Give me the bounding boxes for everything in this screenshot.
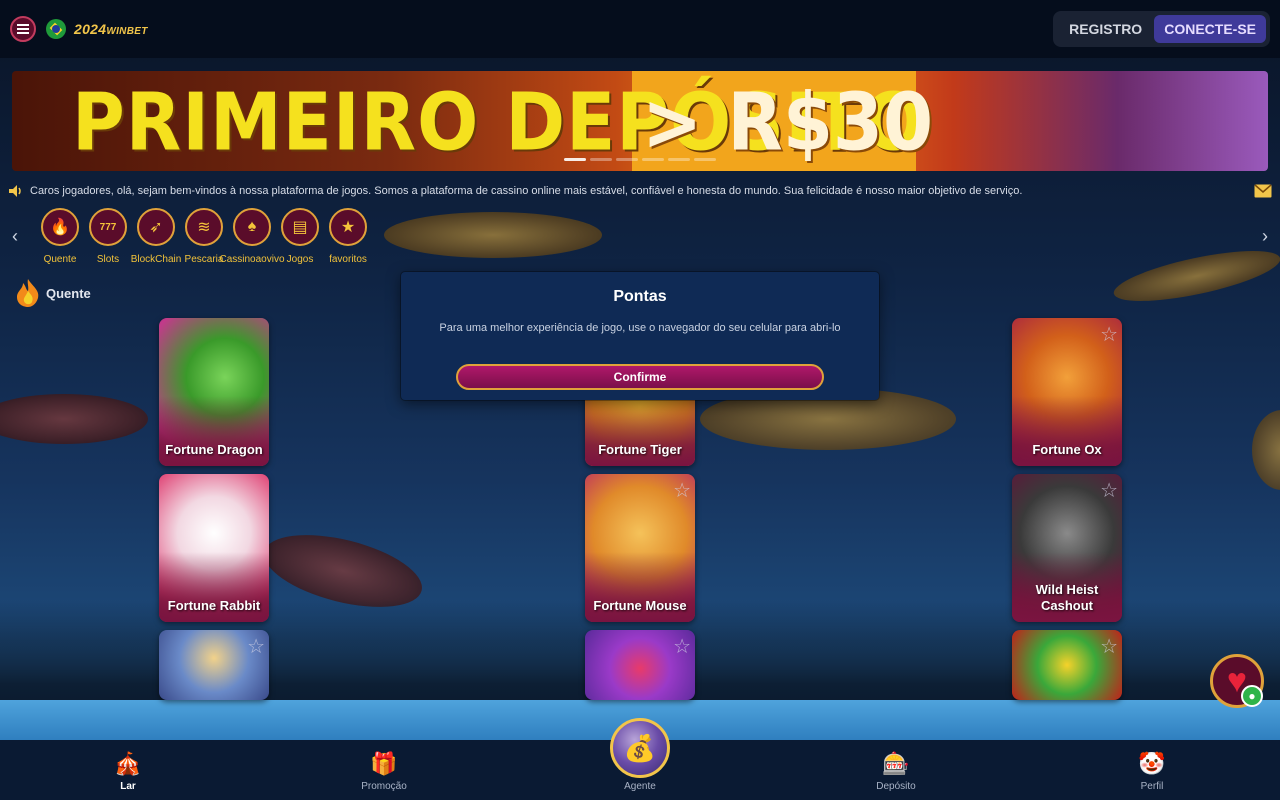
game-tile[interactable]: ☆ xyxy=(1012,630,1122,700)
banner-dot[interactable] xyxy=(694,158,716,161)
favorite-star-icon[interactable]: ☆ xyxy=(1100,478,1118,503)
category-item-slots[interactable]: 777 Slots xyxy=(84,208,132,265)
favorite-star-icon[interactable]: ☆ xyxy=(247,634,265,659)
favorite-star-icon[interactable]: ☆ xyxy=(673,634,691,659)
banner-dot-active[interactable] xyxy=(564,158,586,161)
decorative-coin xyxy=(1252,410,1280,490)
user-badge-icon: ● xyxy=(1241,685,1263,707)
nav-item-promocao[interactable]: 🎁 Promoção xyxy=(256,740,512,800)
ticket-icon: ▤ xyxy=(281,208,319,246)
category-label: BlockChain xyxy=(130,254,182,265)
register-button[interactable]: REGISTRO xyxy=(1057,15,1154,43)
star-icon: ★ xyxy=(329,208,367,246)
brazil-flag-icon[interactable] xyxy=(46,19,66,39)
decorative-chip xyxy=(0,394,148,444)
spade-icon: ♠ xyxy=(233,208,271,246)
speaker-icon xyxy=(9,185,21,197)
game-tile-fortune-rabbit[interactable]: Fortune Rabbit xyxy=(159,474,269,622)
nav-label: Agente xyxy=(624,781,656,792)
category-label: Slots xyxy=(96,254,120,265)
nav-label: Perfil xyxy=(1140,781,1164,792)
favorite-star-icon[interactable]: ☆ xyxy=(673,478,691,503)
game-tile-fortune-dragon[interactable]: Fortune Dragon xyxy=(159,318,269,466)
nav-item-perfil[interactable]: 🤡 Perfil xyxy=(1024,740,1280,800)
nav-label: Promoção xyxy=(361,781,407,792)
auth-buttons: REGISTRO CONECTE-SE xyxy=(1053,11,1270,47)
game-name: Fortune Mouse xyxy=(593,598,687,613)
slot-machine-icon: 🎰 xyxy=(882,751,910,776)
agent-icon[interactable]: 💰 xyxy=(610,718,670,778)
game-name: Wild Heist Cashout xyxy=(1035,582,1099,613)
promo-banner[interactable]: PRIMEIRO DEPÓSITO > R$30 xyxy=(12,71,1268,171)
confirm-button[interactable]: Confirme xyxy=(456,364,824,390)
login-button[interactable]: CONECTE-SE xyxy=(1154,15,1266,43)
game-tile[interactable]: ☆ xyxy=(159,630,269,700)
category-item-quente[interactable]: 🔥 Quente xyxy=(36,208,84,265)
section-header: Quente xyxy=(14,278,91,308)
nav-label: Depósito xyxy=(876,781,916,792)
fish-icon: ≋ xyxy=(185,208,223,246)
mail-icon[interactable] xyxy=(1254,184,1272,198)
section-title: Quente xyxy=(46,285,91,301)
profile-icon: 🤡 xyxy=(1138,751,1166,776)
flame-icon: 🔥 xyxy=(41,208,79,246)
announcement-marquee: Caros jogadores, olá, sejam bem-vindos à… xyxy=(8,182,1272,200)
game-tile-fortune-ox[interactable]: ☆ Fortune Ox xyxy=(1012,318,1122,466)
nav-item-lar[interactable]: 🎪 Lar xyxy=(0,740,256,800)
banner-dot[interactable] xyxy=(668,158,690,161)
game-name: Fortune Tiger xyxy=(598,442,682,457)
favorite-star-icon[interactable]: ☆ xyxy=(1100,322,1118,347)
marquee-text: Caros jogadores, olá, sejam bem-vindos à… xyxy=(30,185,1023,197)
nav-label: Lar xyxy=(120,781,136,792)
gift-icon: 🎁 xyxy=(370,751,398,776)
site-logo[interactable]: 2024WINBET xyxy=(74,21,148,37)
menu-line xyxy=(17,32,29,34)
game-tile[interactable]: ☆ xyxy=(585,630,695,700)
rocket-icon: ➶ xyxy=(137,208,175,246)
category-bar: ‹ 🔥 Quente 777 Slots ➶ BlockChain ≋ Pesc… xyxy=(10,208,1270,268)
logo-year: 2024 xyxy=(74,21,107,37)
circus-icon: 🎪 xyxy=(114,751,142,776)
category-item-blockchain[interactable]: ➶ BlockChain xyxy=(130,208,182,265)
menu-line xyxy=(17,28,29,30)
banner-dot[interactable] xyxy=(642,158,664,161)
game-tile-wild-heist-cashout[interactable]: ☆ Wild Heist Cashout xyxy=(1012,474,1122,622)
category-label: favoritos xyxy=(329,254,367,265)
category-label: Jogos xyxy=(286,254,314,265)
chevron-right-icon[interactable]: › xyxy=(1262,226,1268,247)
banner-dot[interactable] xyxy=(616,158,638,161)
category-label: Cassinoaovivo xyxy=(219,254,285,265)
top-header: 2024WINBET REGISTRO CONECTE-SE xyxy=(0,0,1280,58)
banner-amount: > R$30 xyxy=(642,75,934,169)
banner-pagination xyxy=(564,158,716,161)
flame-icon xyxy=(17,279,39,307)
game-name: Fortune Dragon xyxy=(165,442,263,457)
chevron-left-icon[interactable]: ‹ xyxy=(12,226,18,247)
hamburger-menu-button[interactable] xyxy=(10,16,36,42)
menu-line xyxy=(17,24,29,26)
slots-icon: 777 xyxy=(89,208,127,246)
game-name: Fortune Rabbit xyxy=(167,598,261,613)
favorites-floating-button[interactable]: ♥ ● xyxy=(1210,654,1264,708)
category-item-cassinoaovivo[interactable]: ♠ Cassinoaovivo xyxy=(219,208,285,265)
category-label: Quente xyxy=(43,254,77,265)
favorite-star-icon[interactable]: ☆ xyxy=(1100,634,1118,659)
category-list: 🔥 Quente 777 Slots ➶ BlockChain ≋ Pescar… xyxy=(36,208,372,265)
category-item-favoritos[interactable]: ★ favoritos xyxy=(324,208,372,265)
category-item-jogos[interactable]: ▤ Jogos xyxy=(276,208,324,265)
logo-brand: WINBET xyxy=(106,26,148,37)
banner-dot[interactable] xyxy=(590,158,612,161)
modal-message: Para uma melhor experiência de jogo, use… xyxy=(439,322,841,334)
modal-title: Pontas xyxy=(613,288,667,305)
nav-item-deposito[interactable]: 🎰 Depósito xyxy=(768,740,1024,800)
category-label: Pescaria xyxy=(184,254,224,265)
game-name: Fortune Ox xyxy=(1032,442,1102,457)
tips-modal: Pontas Para uma melhor experiência de jo… xyxy=(401,272,879,400)
game-tile-fortune-mouse[interactable]: ☆ Fortune Mouse xyxy=(585,474,695,622)
